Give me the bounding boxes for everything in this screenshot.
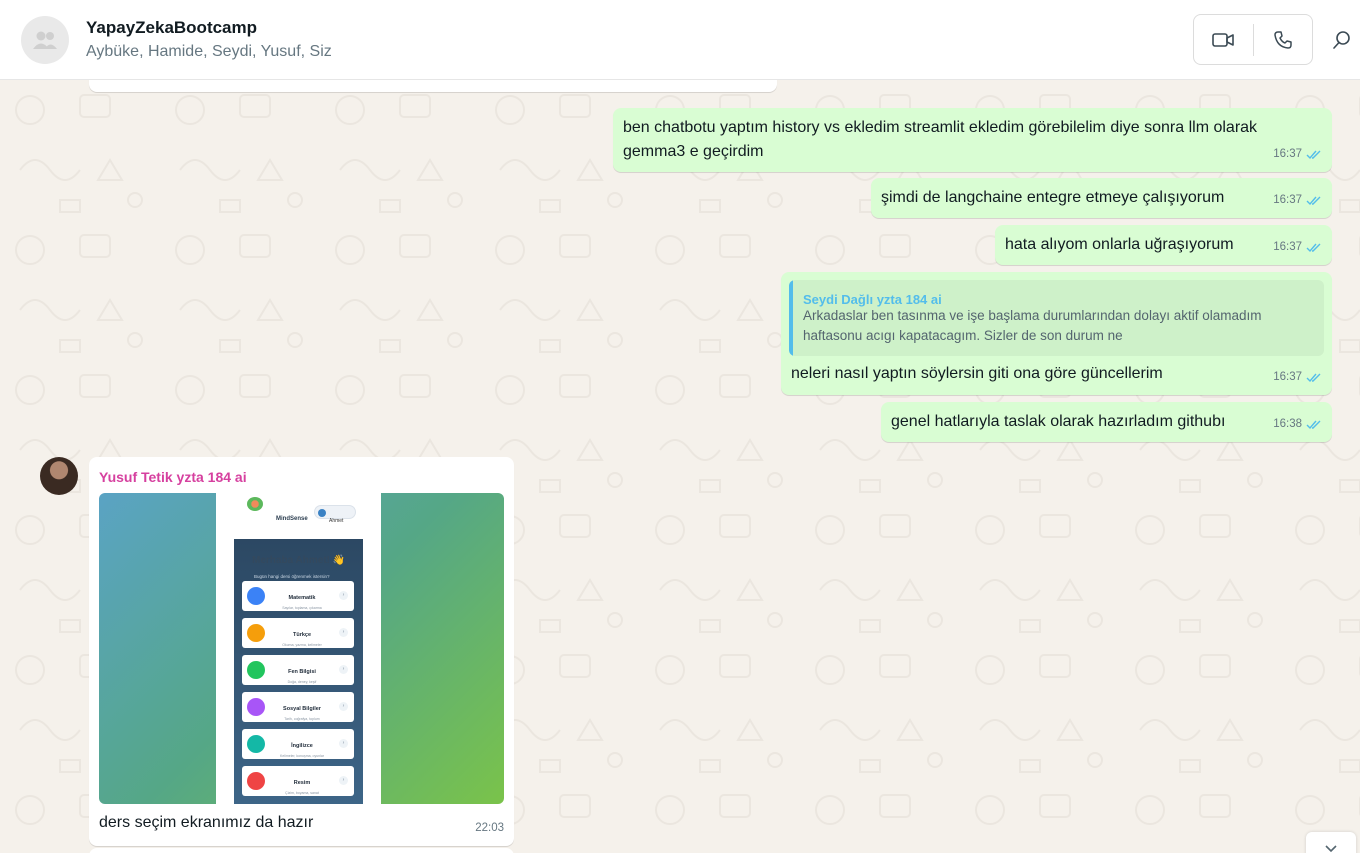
subject-card: İngilizce Kelimeler, konuşma, oyunlar › (242, 729, 354, 759)
arrow-icon: › (339, 628, 348, 637)
message-bubble[interactable] (89, 80, 777, 92)
message-bubble[interactable]: Yusuf Tetik yzta 184 ai MindSense Ahmet … (89, 457, 514, 846)
message-meta: 22:03 (475, 816, 504, 840)
subject-desc: Doğa, deney, keşif (287, 680, 317, 684)
message-bubble[interactable]: şimdi de langchaine entegre etmeye çalış… (871, 178, 1332, 218)
message-time: 16:38 (1273, 418, 1302, 430)
search-icon (1333, 31, 1350, 49)
message-text: neleri nasıl yaptın söylersin giti ona g… (791, 365, 1163, 382)
subject-desc: Sayılar, toplama, çıkarma (282, 606, 322, 610)
message-meta: 16:38 (1273, 412, 1322, 436)
scroll-down-button[interactable] (1306, 832, 1356, 853)
chat-header: YapayZekaBootcamp Aybüke, Hamide, Seydi,… (0, 0, 1360, 80)
subject-card: Matematik Sayılar, toplama, çıkarma › (242, 581, 354, 611)
app-name: MindSense (276, 516, 308, 522)
message-meta: 16:37 (1273, 188, 1322, 212)
user-avatar-icon (318, 509, 326, 517)
double-check-icon (1306, 243, 1321, 252)
subject-card: Fen Bilgisi Doğa, deney, keşif › (242, 655, 354, 685)
message-text: ben chatbotu yaptım history vs ekledim s… (623, 119, 1258, 160)
arrow-icon: › (339, 591, 348, 600)
message-bubble[interactable]: hata alıyom onlarla uğraşıyorum 16:37 (995, 225, 1332, 265)
image-attachment[interactable]: MindSense Ahmet Merhaba Ahmet! 👋 Bugün h… (99, 493, 504, 804)
message-bubble[interactable]: ben chatbotu yaptım history vs ekledim s… (613, 108, 1332, 172)
subject-card: Sosyal Bilgiler Tarih, coğrafya, toplum … (242, 692, 354, 722)
subject-desc: Okuma, yazma, kelimeler (282, 643, 322, 647)
message-time: 22:03 (475, 822, 504, 834)
video-camera-icon (1212, 32, 1235, 47)
message-time: 16:37 (1273, 148, 1302, 160)
double-check-icon (1306, 373, 1321, 382)
app-screenshot: MindSense Ahmet Merhaba Ahmet! 👋 Bugün h… (216, 493, 381, 804)
chevron-down-icon (1325, 845, 1337, 853)
book-icon (247, 624, 265, 642)
image-caption: ders seçim ekranımız da hazır (99, 814, 314, 831)
subject-card: Resim Çizim, boyama, sanat › (242, 766, 354, 796)
globe-icon (247, 698, 265, 716)
app-logo-icon (247, 497, 263, 511)
message-text: genel hatlarıyla taslak olarak hazırladı… (891, 413, 1226, 430)
video-call-button[interactable] (1194, 15, 1253, 64)
subject-card: Türkçe Okuma, yazma, kelimeler › (242, 618, 354, 648)
chat-members[interactable]: Aybüke, Hamide, Seydi, Yusuf, Siz (86, 43, 332, 61)
app-topbar: MindSense Ahmet (216, 493, 381, 537)
quoted-message[interactable]: Seydi Dağlı yzta 184 ai Arkadaslar ben t… (789, 280, 1324, 356)
message-meta: 16:37 (1273, 235, 1322, 259)
message-meta: 16:37 (1273, 142, 1322, 166)
math-icon (247, 587, 265, 605)
sender-name[interactable]: Yusuf Tetik yzta 184 ai (99, 465, 247, 489)
double-check-icon (1306, 196, 1321, 205)
message-time: 16:37 (1273, 241, 1302, 253)
quote-accent-bar (789, 280, 793, 356)
message-time: 16:37 (1273, 371, 1302, 383)
message-text: hata alıyom onlarla uğraşıyorum (1005, 236, 1234, 253)
double-check-icon (1306, 420, 1321, 429)
search-button[interactable] (1330, 28, 1354, 52)
arrow-icon: › (339, 665, 348, 674)
arrow-icon: › (339, 776, 348, 785)
user-pill: Ahmet (314, 505, 356, 524)
arrow-icon: › (339, 739, 348, 748)
message-meta: 16:37 (1273, 365, 1322, 389)
speech-icon (247, 735, 265, 753)
subject-desc: Kelimeler, konuşma, oyunlar (280, 754, 324, 758)
app-main: Merhaba Ahmet! 👋 Bugün hangi dersi öğren… (234, 539, 363, 804)
call-buttons (1193, 14, 1313, 65)
group-avatar[interactable] (21, 16, 69, 64)
message-list[interactable]: ben chatbotu yaptım history vs ekledim s… (0, 80, 1360, 853)
phone-icon (1273, 30, 1292, 49)
voice-call-button[interactable] (1253, 15, 1312, 64)
flask-icon (247, 661, 265, 679)
arrow-icon: › (339, 702, 348, 711)
message-time: 16:37 (1273, 194, 1302, 206)
user-label: Ahmet (329, 518, 344, 524)
subject-desc: Tarih, coğrafya, toplum (284, 717, 320, 721)
double-check-icon (1306, 150, 1321, 159)
message-bubble[interactable]: genel hatlarıyla taslak olarak hazırladı… (881, 402, 1332, 442)
message-bubble[interactable] (89, 848, 514, 853)
group-avatar-icon (33, 31, 57, 49)
message-bubble[interactable]: Seydi Dağlı yzta 184 ai Arkadaslar ben t… (781, 272, 1332, 395)
sender-avatar[interactable] (40, 457, 78, 495)
palette-icon (247, 772, 265, 790)
chat-title[interactable]: YapayZekaBootcamp (86, 18, 257, 38)
message-text: şimdi de langchaine entegre etmeye çalış… (881, 189, 1225, 206)
quote-text: Arkadaslar ben tasınma ve işe başlama du… (803, 308, 1262, 343)
subject-desc: Çizim, boyama, sanat (285, 791, 319, 795)
